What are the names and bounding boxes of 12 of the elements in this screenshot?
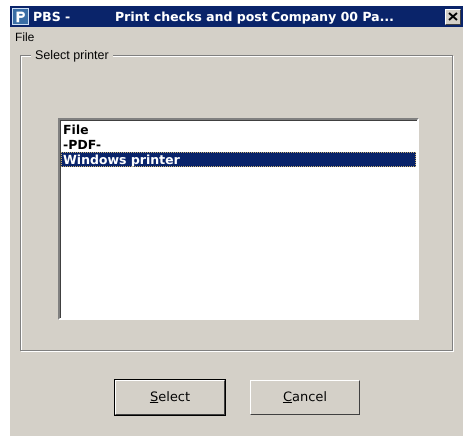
- window-title: Print checks and post: [115, 9, 269, 24]
- printer-item[interactable]: Windows printer: [61, 152, 416, 167]
- dialog-button[interactable]: Cancel: [250, 380, 360, 415]
- app-logo-icon: [12, 8, 29, 25]
- dialog-button[interactable]: Select: [115, 380, 225, 415]
- group-label: Select printer: [31, 48, 113, 62]
- menu-item[interactable]: File: [12, 30, 38, 48]
- printer-item[interactable]: -PDF-: [61, 137, 416, 152]
- window-title: Company 00 Pa...: [271, 9, 394, 24]
- window-title: PBS -: [33, 9, 72, 24]
- close-button[interactable]: [445, 8, 461, 24]
- printer-item[interactable]: File: [61, 122, 416, 137]
